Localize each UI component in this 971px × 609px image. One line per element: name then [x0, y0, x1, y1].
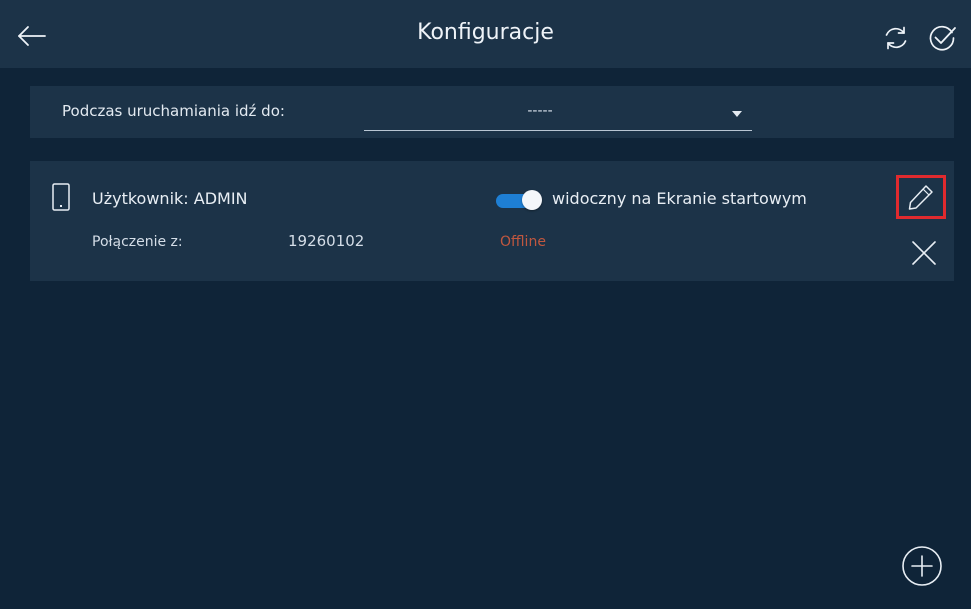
arrow-left-icon: [18, 26, 46, 46]
phone-icon: [52, 183, 70, 211]
delete-button[interactable]: [904, 233, 944, 273]
close-icon: [912, 241, 936, 265]
caret-down-icon: [732, 111, 742, 117]
startup-selected-value: -----: [527, 103, 553, 119]
visible-on-start-toggle[interactable]: [496, 190, 542, 212]
status-badge: Offline: [500, 234, 546, 250]
edit-button[interactable]: [896, 175, 946, 219]
refresh-button[interactable]: [876, 18, 916, 58]
plus-circle-icon: [902, 546, 942, 586]
check-circle-icon: [929, 25, 956, 51]
page-title: Konfiguracje: [417, 20, 554, 45]
connection-label: Połączenie z:: [92, 234, 183, 250]
header-bar: Konfiguracje: [0, 0, 971, 68]
device-card: Użytkownik: ADMIN Połączenie z: 19260102…: [30, 161, 954, 281]
connection-value: 19260102: [288, 232, 365, 250]
visible-on-start-label: widoczny na Ekranie startowym: [552, 189, 807, 208]
startup-destination-bar: Podczas uruchamiania idź do: -----: [30, 86, 954, 138]
back-button[interactable]: [10, 16, 54, 56]
startup-label: Podczas uruchamiania idź do:: [62, 102, 285, 120]
startup-destination-select[interactable]: -----: [364, 98, 752, 131]
refresh-icon: [885, 26, 907, 50]
configurations-screen: Konfiguracje Podczas uruchamiania idź do…: [0, 0, 971, 609]
confirm-button[interactable]: [922, 18, 962, 58]
pencil-icon: [908, 185, 933, 210]
toggle-knob: [522, 190, 542, 210]
add-device-button[interactable]: [900, 544, 944, 588]
user-label: Użytkownik: ADMIN: [92, 189, 248, 208]
